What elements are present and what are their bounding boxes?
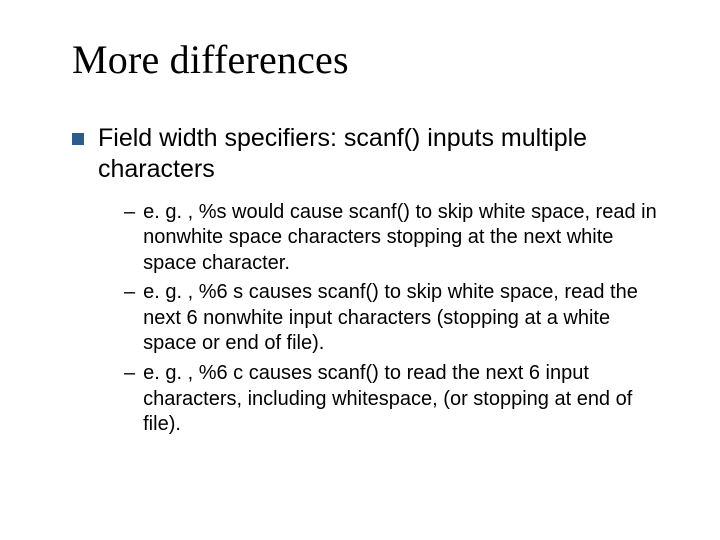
subbullet-text: e. g. , %s would cause scanf() to skip w… bbox=[143, 200, 663, 277]
list-item: – e. g. , %s would cause scanf() to skip… bbox=[124, 200, 672, 277]
square-bullet-icon bbox=[72, 133, 84, 145]
dash-icon: – bbox=[124, 361, 135, 387]
slide: More differences Field width specifiers:… bbox=[0, 0, 720, 540]
bullet-text: Field width specifiers: scanf() inputs m… bbox=[98, 123, 672, 186]
list-item: – e. g. , %6 s causes scanf() to skip wh… bbox=[124, 280, 672, 357]
subbullet-text: e. g. , %6 c causes scanf() to read the … bbox=[143, 361, 663, 438]
list-item: – e. g. , %6 c causes scanf() to read th… bbox=[124, 361, 672, 438]
list-item: Field width specifiers: scanf() inputs m… bbox=[72, 123, 672, 186]
dash-icon: – bbox=[124, 280, 135, 306]
dash-icon: – bbox=[124, 200, 135, 226]
slide-title: More differences bbox=[72, 36, 672, 83]
sub-list: – e. g. , %s would cause scanf() to skip… bbox=[124, 200, 672, 438]
subbullet-text: e. g. , %6 s causes scanf() to skip whit… bbox=[143, 280, 663, 357]
